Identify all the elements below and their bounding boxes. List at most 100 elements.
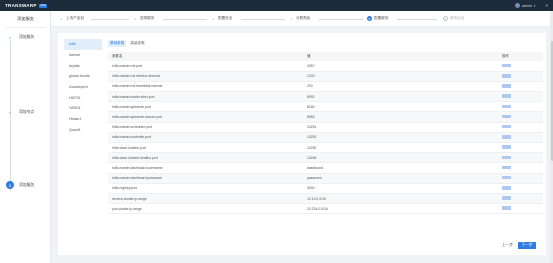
check-icon: ✓ xyxy=(60,16,63,21)
param-name: hdfs.master.apiserver.port xyxy=(108,101,303,113)
tab-advanced[interactable]: 高级参数 xyxy=(128,40,146,47)
edit-button[interactable] xyxy=(502,155,511,160)
table-row: hdfs.master.controller.port 10252 xyxy=(108,132,543,144)
sidebar-step-1[interactable]: ✓ 添加服务 xyxy=(6,33,34,41)
param-name: hdfs.master.dashboard.password xyxy=(108,173,303,184)
service-item[interactable]: Hbase1 xyxy=(64,114,102,125)
step-label: 选择服务 xyxy=(140,16,155,20)
sidebar-step-label: 添加服务 xyxy=(19,34,35,39)
service-list: hdfs license keytab global-hunds Zookeep… xyxy=(64,39,102,135)
param-name: hdfs.master.rmi.heartbeat.interval xyxy=(108,81,303,93)
param-value[interactable]: 5000 xyxy=(303,183,498,194)
edit-button[interactable] xyxy=(502,145,511,149)
tab-basic[interactable]: 基础参数 xyxy=(108,40,127,47)
sidebar-step-2[interactable]: ✓ 添加节点 xyxy=(6,108,34,116)
param-value[interactable]: 10250 xyxy=(303,142,498,154)
service-item[interactable]: keytab xyxy=(64,60,102,71)
next-button[interactable]: 下一步 xyxy=(518,242,536,249)
wizard-steps: ✓ 上传产品包 ✓ 选择服务 ✓ 配置安全 ✓ 分配角色 5 配置服务 6 服务… xyxy=(51,11,553,27)
check-icon: ✓ xyxy=(290,16,293,21)
sidebar-title: 添加服务 xyxy=(17,16,34,21)
step-label: 服务启动 xyxy=(450,16,465,20)
edit-button[interactable] xyxy=(502,104,511,109)
step-number: 3 xyxy=(6,181,14,189)
param-name: service.cluster.ip.range xyxy=(108,193,303,205)
edit-button[interactable] xyxy=(502,74,511,78)
param-name: pod.cluster.ip.range xyxy=(108,203,303,215)
param-value[interactable]: 8992 xyxy=(303,91,498,103)
table-header: 参数名 值 操作 xyxy=(108,52,543,61)
edit-button[interactable] xyxy=(502,63,511,68)
step-config: 5 配置服务 xyxy=(367,16,388,21)
service-item[interactable]: Zookeeper1 xyxy=(64,82,102,93)
table-row: hdfs.master.dashboard.password password xyxy=(108,173,543,184)
param-value[interactable]: password xyxy=(303,173,498,184)
step-label: 分配角色 xyxy=(296,16,311,20)
step-connector xyxy=(91,18,129,20)
user-menu[interactable]: admin ▾ × xyxy=(515,3,548,8)
step-label: 上传产品包 xyxy=(66,16,84,20)
service-item[interactable]: license xyxy=(64,50,102,61)
sidebar-step-3[interactable]: 3 添加服务 xyxy=(6,181,34,189)
avatar xyxy=(515,3,521,8)
step-start: 6 服务启动 xyxy=(443,16,464,21)
service-item[interactable]: HDFS1 xyxy=(64,92,102,103)
table-row: pod.cluster.ip.range 10.224.0.0/16 xyxy=(108,203,543,215)
check-icon: ✓ xyxy=(8,34,12,40)
param-value[interactable]: 10.10.0.0/16 xyxy=(303,193,498,205)
edit-button[interactable] xyxy=(502,124,511,129)
table-row: hdfs.slave.kubelet.healthz.port 10248 xyxy=(108,152,543,164)
table-row: hdfs.master.scheduler.port 10251 xyxy=(108,122,543,133)
step-select-service: ✓ 选择服务 xyxy=(133,16,154,21)
edit-button[interactable] xyxy=(502,114,511,119)
column-header: 值 xyxy=(303,52,498,61)
logo-badge: CDH xyxy=(38,3,48,8)
param-name: hdfs.master.controller.port xyxy=(108,132,303,144)
param-value[interactable]: 10.224.0.0/16 xyxy=(303,203,498,215)
edit-button[interactable] xyxy=(502,206,511,210)
param-value[interactable]: 10248 xyxy=(303,152,498,164)
service-item[interactable]: Quant1 xyxy=(64,125,102,136)
step-connector xyxy=(241,18,285,20)
param-value[interactable]: 4057 xyxy=(303,61,498,72)
edit-button[interactable] xyxy=(502,84,511,88)
edit-button[interactable] xyxy=(502,94,511,98)
edit-button[interactable] xyxy=(502,186,511,190)
column-header: 操作 xyxy=(498,52,543,61)
check-icon: ✓ xyxy=(134,16,137,21)
param-value[interactable]: 200 xyxy=(303,81,498,93)
edit-button[interactable] xyxy=(502,196,511,200)
param-value[interactable]: 10252 xyxy=(303,132,498,144)
table-row: hdfs.registry.port 5000 xyxy=(108,183,543,194)
param-value[interactable]: dashboard xyxy=(303,162,498,174)
param-name: hdfs.master.leader.elect.port xyxy=(108,91,303,103)
check-icon: ✓ xyxy=(8,109,12,115)
param-name: hdfs.registry.port xyxy=(108,183,303,194)
step-number: 5 xyxy=(367,16,372,21)
edit-button[interactable] xyxy=(502,175,511,180)
close-icon[interactable]: × xyxy=(545,3,548,8)
step-label: 配置安全 xyxy=(218,16,233,20)
prev-button[interactable]: 上一步 xyxy=(502,243,513,248)
param-name: hdfs.slave.kubelet.port xyxy=(108,142,303,154)
param-tabs: 基础参数 高级参数 xyxy=(108,40,149,47)
table-row: hdfs.master.apiserver.port 8180 xyxy=(108,101,543,113)
table-row: hdfs.slave.kubelet.port 10250 xyxy=(108,142,543,154)
top-bar: TRANSWARP CDH admin ▾ × xyxy=(0,0,553,11)
service-item[interactable]: global-hunds xyxy=(64,71,102,82)
table-row: hdfs.master.rmi.port 4057 xyxy=(108,61,543,72)
param-value[interactable]: 1200 xyxy=(303,71,498,82)
config-panel: hdfs license keytab global-hunds Zookeep… xyxy=(58,33,546,255)
edit-button[interactable] xyxy=(502,165,511,170)
edit-button[interactable] xyxy=(502,135,511,139)
column-header: 参数名 xyxy=(108,52,303,61)
step-security: ✓ 配置安全 xyxy=(211,16,232,21)
param-value[interactable]: 8553 xyxy=(303,111,498,123)
param-name: hdfs.master.scheduler.port xyxy=(108,122,303,133)
service-item[interactable]: YARN1 xyxy=(64,103,102,114)
param-value[interactable]: 10251 xyxy=(303,122,498,133)
sidebar-step-label: 添加服务 xyxy=(19,182,35,187)
scrollbar-thumb[interactable] xyxy=(550,41,553,161)
service-item[interactable]: hdfs xyxy=(64,39,102,50)
param-value[interactable]: 8180 xyxy=(303,101,498,113)
